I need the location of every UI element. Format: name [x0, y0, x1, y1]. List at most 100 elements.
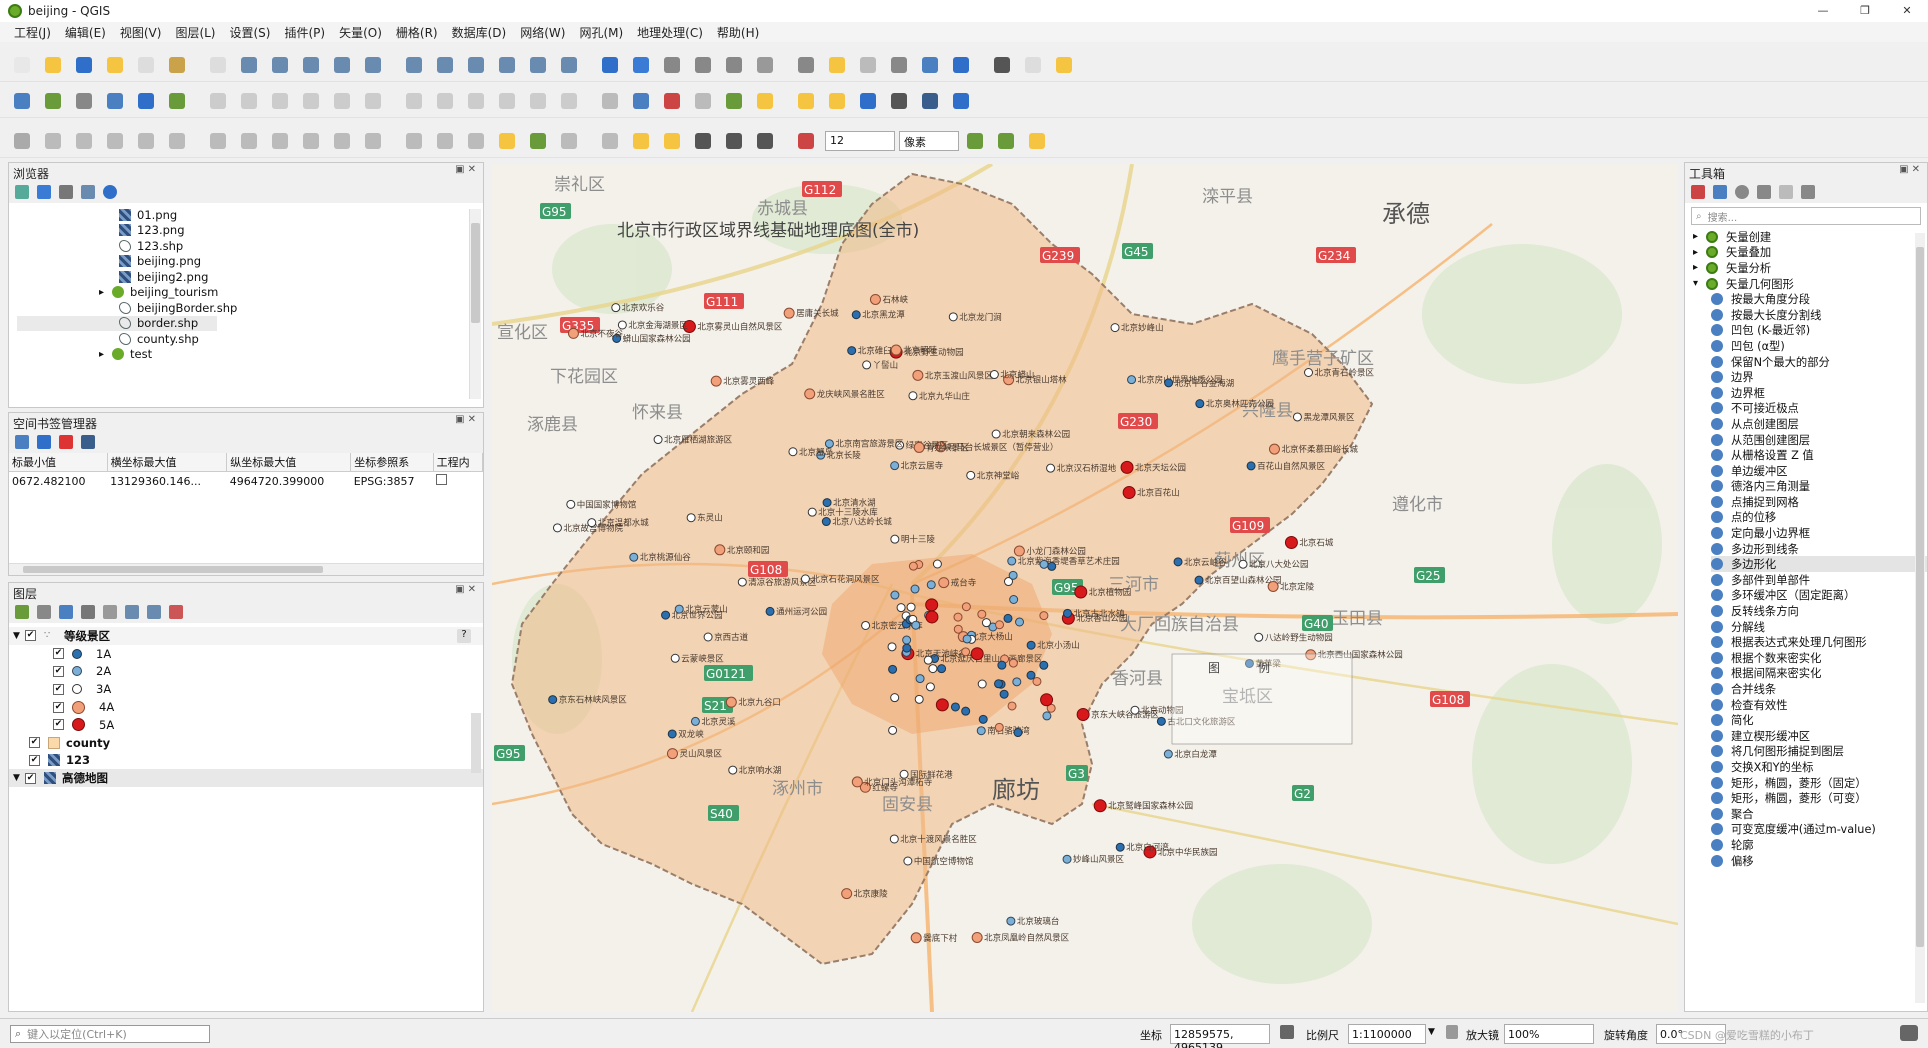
scenic-spot-marker[interactable]	[890, 693, 900, 703]
toolbox-tool[interactable]: 交换X和Y的坐标	[1711, 759, 1927, 775]
menu-item[interactable]: 插件(P)	[284, 24, 325, 41]
toolbar-1-tool-25-icon[interactable]	[794, 53, 818, 77]
filter-icon[interactable]	[59, 185, 73, 199]
remove-layer-icon[interactable]	[169, 605, 183, 619]
toolbar-3-tool-5-icon[interactable]	[134, 129, 158, 153]
scenic-spot-marker[interactable]	[674, 604, 684, 614]
scenic-spot-marker[interactable]	[910, 584, 920, 594]
toolbox-tool[interactable]: 凹包 (K-最近邻)	[1711, 323, 1927, 339]
layer-row[interactable]: ▼ ✔ 高德地图	[9, 769, 483, 788]
scenic-spot-marker[interactable]	[937, 664, 947, 674]
topology-tool-3-icon[interactable]	[1025, 129, 1049, 153]
scenic-spot-marker[interactable]	[948, 312, 958, 322]
toolbar-1-tool-14-icon[interactable]	[433, 53, 457, 77]
layer-row[interactable]: ✔ county	[9, 734, 483, 752]
menu-item[interactable]: 网孔(M)	[579, 24, 623, 41]
scenic-spot-marker[interactable]	[824, 439, 834, 449]
scenic-spot-marker[interactable]	[861, 620, 871, 630]
panel-float-close-icon[interactable]: ▣✕	[455, 584, 479, 595]
scenic-spot-marker[interactable]	[966, 470, 976, 480]
toolbar-3-tool-21-icon[interactable]	[660, 129, 684, 153]
topology-tool-2-icon[interactable]	[994, 129, 1018, 153]
scenic-spot-marker[interactable]	[1006, 916, 1016, 926]
toolbox-group[interactable]: ▸ 矢量分析	[1693, 260, 1927, 276]
expand-arrow-icon[interactable]: ▸	[1693, 247, 1698, 258]
toolbar-2-tool-28-icon[interactable]	[887, 89, 911, 113]
scenic-spot-marker[interactable]	[971, 931, 983, 943]
scenic-spot-marker[interactable]	[1246, 461, 1256, 471]
toolbar-3-tool-8-icon[interactable]	[237, 129, 261, 153]
info-icon[interactable]	[103, 185, 117, 199]
toolbar-1-tool-19-icon[interactable]	[598, 53, 622, 77]
scenic-spot-marker[interactable]	[710, 375, 722, 387]
toolbar-2-tool-12-icon[interactable]	[361, 89, 385, 113]
minimize-button[interactable]: —	[1802, 0, 1844, 22]
snap-tolerance-input[interactable]: 12	[825, 130, 895, 151]
scenic-spot-marker[interactable]	[552, 523, 562, 533]
toolbar-1-tool-7-icon[interactable]	[206, 53, 230, 77]
scenic-spot-marker[interactable]	[1032, 676, 1042, 686]
scenic-spot-marker[interactable]	[1009, 594, 1019, 604]
toolbar-3-tool-10-icon[interactable]	[299, 129, 323, 153]
scenic-spot-marker[interactable]	[1163, 749, 1173, 759]
browser-item[interactable]: county.shp	[17, 331, 483, 347]
scenic-spot-marker[interactable]	[1074, 585, 1088, 599]
scenic-spot-marker[interactable]	[847, 346, 857, 356]
scenic-spot-marker[interactable]	[994, 722, 1004, 732]
toolbar-2-tool-6-icon[interactable]	[165, 89, 189, 113]
toolbar-1-tool-17-icon[interactable]	[526, 53, 550, 77]
in-project-checkbox[interactable]	[436, 474, 448, 485]
scenic-spot-marker[interactable]	[1267, 580, 1279, 592]
scenic-spot-marker[interactable]	[725, 696, 737, 708]
scenic-spot-marker[interactable]	[938, 577, 950, 589]
toolbar-2-tool-25-icon[interactable]	[794, 89, 818, 113]
legend-class-row[interactable]: ✔ 5A	[9, 716, 483, 734]
scenic-spot-marker[interactable]	[714, 544, 726, 556]
toolbar-1-tool-21-icon[interactable]	[660, 53, 684, 77]
scenic-spot-marker[interactable]	[807, 507, 817, 517]
scenic-spot-marker[interactable]	[1110, 323, 1120, 333]
scenic-spot-marker[interactable]	[997, 660, 1007, 670]
toolbar-2-tool-20-icon[interactable]	[629, 89, 653, 113]
scenic-spot-marker[interactable]	[908, 391, 918, 401]
scenic-spot-marker[interactable]	[991, 429, 1001, 439]
toolbar-2-tool-17-icon[interactable]	[526, 89, 550, 113]
scenic-spot-marker[interactable]	[923, 655, 933, 665]
scenic-spot-marker[interactable]	[1304, 367, 1314, 377]
scale-dropdown-icon[interactable]: ▼	[1428, 1027, 1435, 1037]
toolbar-3-tool-23-icon[interactable]	[722, 129, 746, 153]
scenic-spot-marker[interactable]	[728, 765, 738, 775]
scenic-spot-marker[interactable]	[686, 513, 696, 523]
scenic-spot-marker[interactable]	[667, 729, 677, 739]
scenic-spot-marker[interactable]	[1047, 561, 1057, 571]
scenic-spot-marker[interactable]	[841, 888, 853, 900]
toolbar-1-tool-28-icon[interactable]	[887, 53, 911, 77]
menu-item[interactable]: 视图(V)	[120, 24, 162, 41]
toolbar-1-tool-18-icon[interactable]	[557, 53, 581, 77]
scenic-spot-marker[interactable]	[1007, 556, 1017, 566]
toolbar-1-tool-5-icon[interactable]	[134, 53, 158, 77]
scenic-spot-marker[interactable]	[890, 461, 900, 471]
scenic-spot-marker[interactable]	[999, 689, 1009, 699]
menu-item[interactable]: 图层(L)	[175, 24, 215, 41]
scenic-spot-marker[interactable]	[978, 714, 988, 724]
toolbar-1-tool-23-icon[interactable]	[722, 53, 746, 77]
legend-class-row[interactable]: ✔ 3A	[9, 680, 483, 698]
scenic-spot-marker[interactable]	[1268, 443, 1280, 455]
expand-arrow-icon[interactable]: ▼	[13, 631, 25, 641]
magnifier-field[interactable]: 100%	[1504, 1024, 1594, 1044]
bookmarks-column-header[interactable]: 标最小值	[9, 453, 108, 472]
toolbox-tool[interactable]: 将几何图形捕捉到图层	[1711, 744, 1927, 760]
scenic-spot-marker[interactable]	[567, 327, 579, 339]
menu-item[interactable]: 栅格(R)	[396, 24, 438, 41]
toolbox-tool[interactable]: 矩形，椭圆，菱形（固定）	[1711, 775, 1927, 791]
expand-arrow-icon[interactable]: ▸	[1693, 262, 1698, 273]
browser-item[interactable]: 123.png	[17, 223, 483, 239]
scenic-spot-marker[interactable]	[1040, 693, 1054, 707]
browser-item[interactable]: beijing2.png	[17, 269, 483, 285]
toolbox-tool[interactable]: 检查有效性	[1711, 697, 1927, 713]
scenic-spot-marker[interactable]	[908, 561, 918, 571]
panel-float-close-icon[interactable]: ▣✕	[455, 164, 479, 175]
menu-item[interactable]: 编辑(E)	[65, 24, 106, 41]
toolbar-2-tool-5-icon[interactable]	[134, 89, 158, 113]
